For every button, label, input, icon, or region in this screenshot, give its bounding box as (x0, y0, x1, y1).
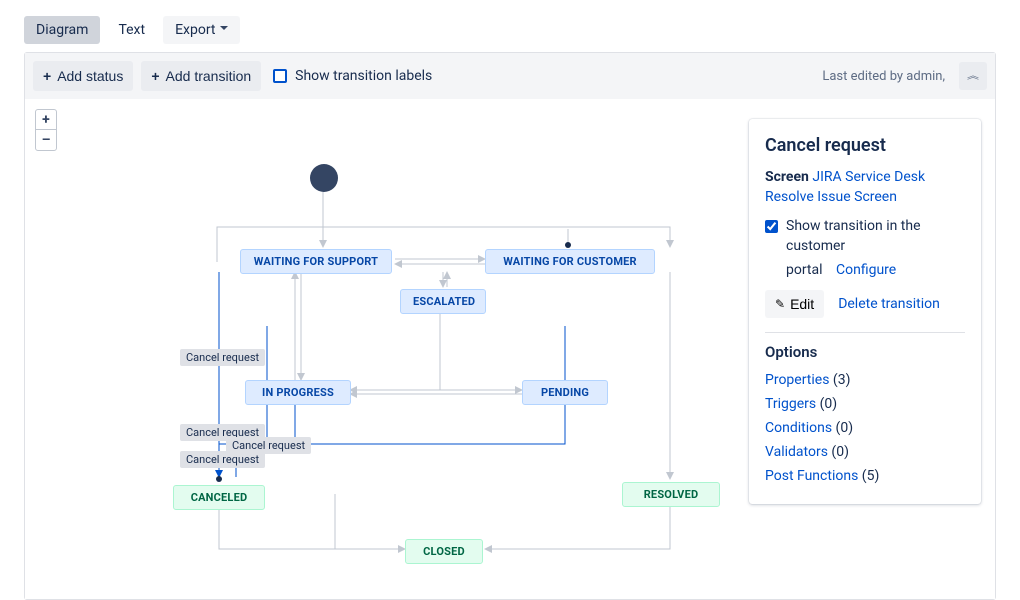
pencil-icon: ✎ (775, 297, 785, 311)
node-in-progress[interactable]: IN PROGRESS (245, 380, 351, 405)
option-conditions[interactable]: Conditions (765, 420, 832, 436)
transition-label[interactable]: Cancel request (180, 451, 265, 468)
node-escalated[interactable]: ESCALATED (400, 289, 486, 314)
add-status-button[interactable]: + Add status (33, 61, 133, 91)
node-closed[interactable]: CLOSED (405, 539, 483, 564)
edit-button[interactable]: ✎ Edit (765, 290, 824, 318)
show-labels-checkbox[interactable] (273, 69, 287, 83)
configure-link[interactable]: Configure (836, 262, 896, 278)
option-triggers[interactable]: Triggers (765, 396, 816, 412)
toolbar: + Add status + Add transition Show trans… (25, 53, 995, 99)
show-in-portal-checkbox[interactable] (765, 220, 778, 233)
node-pending[interactable]: PENDING (522, 380, 608, 405)
node-resolved[interactable]: RESOLVED (622, 482, 720, 507)
transition-details-panel: Cancel request Screen JIRA Service Desk … (749, 119, 981, 504)
node-waiting-support[interactable]: WAITING FOR SUPPORT (240, 249, 392, 274)
show-in-portal-label: Show transition in the customer (786, 217, 965, 256)
edit-label: Edit (790, 296, 814, 312)
portal-word: portal (786, 262, 823, 278)
start-node[interactable] (310, 164, 338, 192)
show-labels-label: Show transition labels (295, 68, 432, 84)
transition-label[interactable]: Cancel request (180, 349, 265, 366)
tab-export-label: Export (175, 22, 215, 38)
options-list: Properties (3) Triggers (0) Conditions (… (765, 369, 965, 488)
screen-label: Screen (765, 169, 809, 185)
tab-diagram[interactable]: Diagram (24, 16, 100, 44)
option-post-functions[interactable]: Post Functions (765, 468, 858, 484)
add-status-label: Add status (57, 68, 123, 84)
node-waiting-customer[interactable]: WAITING FOR CUSTOMER (485, 249, 655, 274)
options-heading: Options (765, 343, 965, 361)
tab-text[interactable]: Text (106, 16, 157, 44)
workflow-canvas[interactable]: + – (25, 99, 995, 599)
option-validators[interactable]: Validators (765, 444, 828, 460)
tab-export[interactable]: Export (163, 16, 239, 44)
option-properties[interactable]: Properties (765, 372, 829, 388)
collapse-panel-button[interactable]: ︽ (959, 62, 987, 90)
panel-title: Cancel request (765, 135, 965, 156)
chevron-down-icon (220, 22, 228, 38)
last-edited-text: Last edited by admin, (822, 69, 945, 84)
plus-icon: + (43, 68, 51, 84)
double-chevron-icon: ︽ (967, 71, 979, 81)
plus-icon: + (151, 68, 159, 84)
add-transition-label: Add transition (166, 68, 252, 84)
delete-transition-link[interactable]: Delete transition (838, 296, 940, 312)
add-transition-button[interactable]: + Add transition (141, 61, 261, 91)
node-canceled[interactable]: CANCELED (173, 485, 265, 510)
